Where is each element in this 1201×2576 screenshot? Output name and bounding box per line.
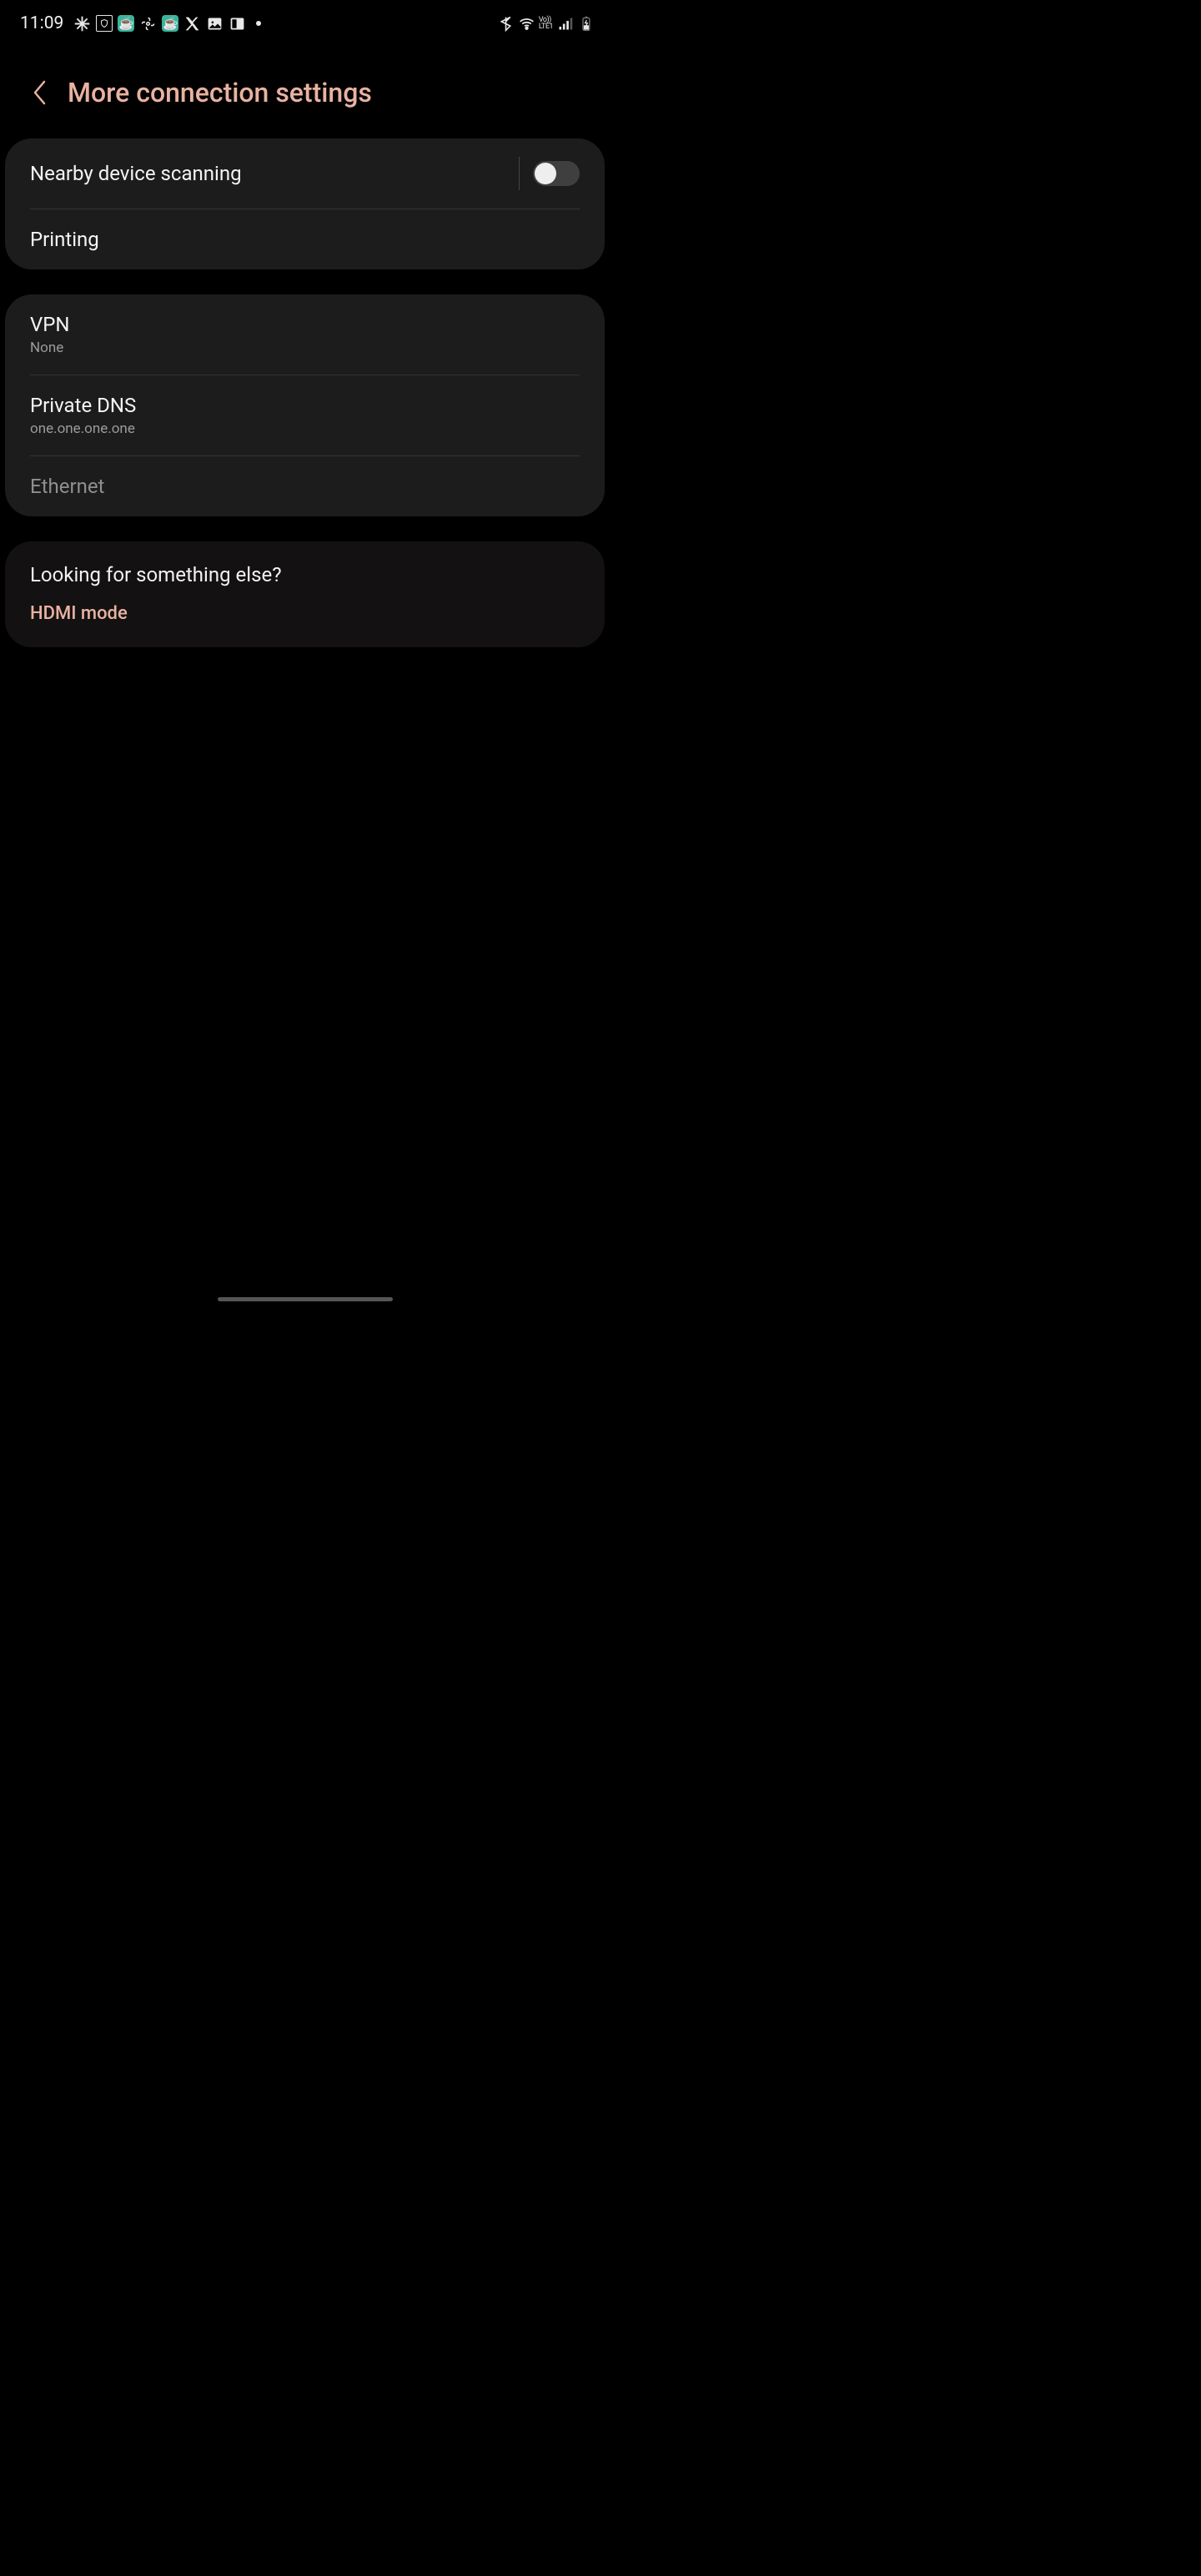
printing-label: Printing [30,228,580,251]
panels-icon [229,15,246,33]
slack-icon [73,15,91,33]
image-icon [206,15,224,33]
fan-icon [139,15,157,33]
nearby-device-scanning-row[interactable]: Nearby device scanning [5,138,605,209]
signal-icon [556,15,574,33]
header: More connection settings [0,40,610,138]
vpn-sublabel: None [30,340,580,356]
status-bar: 11:09 ☕ ☕ Vo)) LTE1 [0,0,610,40]
x-icon [183,15,201,33]
status-right: Vo)) LTE1 [497,15,595,33]
more-dot-icon [256,21,261,26]
private-dns-label: Private DNS [30,394,580,417]
status-left: 11:09 ☕ ☕ [20,13,261,33]
bluetooth-icon [497,15,515,33]
volte-icon: Vo)) LTE1 [539,17,553,30]
shield-icon [96,15,113,32]
nearby-toggle[interactable] [533,161,580,186]
private-dns-row[interactable]: Private DNS one.one.one.one [5,375,605,455]
chevron-left-icon [33,80,46,105]
vpn-row[interactable]: VPN None [5,294,605,375]
nearby-device-scanning-label: Nearby device scanning [30,162,519,185]
app-icon-1: ☕ [118,15,134,32]
toggle-knob [535,163,556,184]
settings-group-1: Nearby device scanning Printing [5,138,605,269]
battery-icon [577,15,595,33]
nav-handle[interactable] [218,1297,393,1301]
private-dns-sublabel: one.one.one.one [30,420,580,437]
looking-for-card: Looking for something else? HDMI mode [5,541,605,647]
nearby-toggle-wrap [519,157,580,190]
printing-row[interactable]: Printing [5,209,605,269]
app-icon-2: ☕ [162,15,178,32]
wifi-icon [518,15,535,33]
status-time: 11:09 [20,13,63,33]
toggle-divider [519,157,520,190]
ethernet-label: Ethernet [30,475,580,498]
hdmi-mode-link[interactable]: HDMI mode [5,598,605,647]
vpn-label: VPN [30,313,580,336]
back-button[interactable] [29,77,49,108]
settings-group-2: VPN None Private DNS one.one.one.one Eth… [5,294,605,516]
looking-for-title: Looking for something else? [5,541,605,598]
ethernet-row: Ethernet [5,456,605,516]
page-title: More connection settings [68,77,372,108]
